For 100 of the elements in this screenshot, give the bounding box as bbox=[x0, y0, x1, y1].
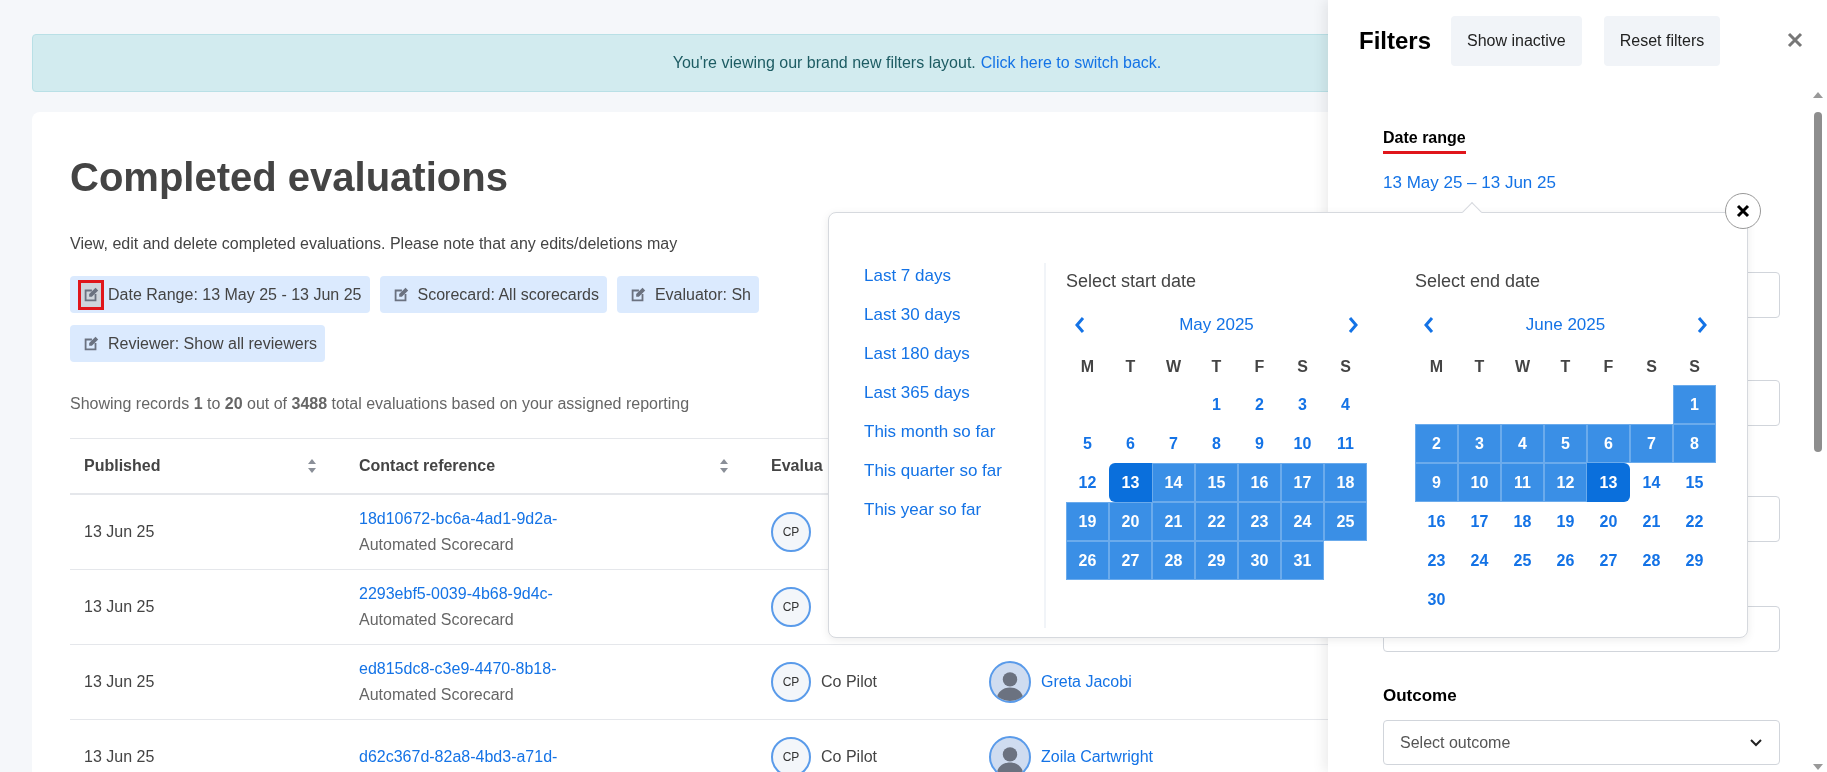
calendar-day[interactable]: 5 bbox=[1544, 424, 1587, 463]
calendar-day[interactable]: 28 bbox=[1152, 541, 1195, 580]
calendar-day[interactable]: 27 bbox=[1587, 541, 1630, 580]
calendar-day[interactable]: 22 bbox=[1673, 502, 1716, 541]
filter-chip[interactable]: Reviewer: Show all reviewers bbox=[70, 325, 325, 362]
sort-icon[interactable] bbox=[307, 458, 317, 474]
contact-reference-link[interactable]: 2293ebf5-0039-4b68-9d4c- bbox=[359, 582, 743, 606]
weekday-label: S bbox=[1297, 357, 1308, 377]
sort-icon[interactable] bbox=[719, 458, 729, 474]
outcome-select[interactable]: Select outcome bbox=[1383, 720, 1780, 765]
calendar-day[interactable]: 23 bbox=[1238, 502, 1281, 541]
calendar-day[interactable]: 13 bbox=[1587, 463, 1630, 502]
calendar-day[interactable]: 14 bbox=[1630, 463, 1673, 502]
edit-icon[interactable] bbox=[78, 279, 104, 310]
preset-link[interactable]: This year so far bbox=[864, 498, 1002, 522]
calendar-day[interactable]: 12 bbox=[1066, 463, 1109, 502]
contact-reference-link[interactable]: 18d10672-bc6a-4ad1-9d2a- bbox=[359, 507, 743, 531]
calendar-day[interactable]: 2 bbox=[1415, 424, 1458, 463]
reviewer-link[interactable]: Zoila Cartwright bbox=[1041, 745, 1154, 769]
previous-month-button[interactable] bbox=[1074, 317, 1086, 333]
calendar-day[interactable]: 21 bbox=[1152, 502, 1195, 541]
preset-link[interactable]: Last 7 days bbox=[864, 264, 1002, 288]
preset-link[interactable]: This quarter so far bbox=[864, 459, 1002, 483]
calendar-day[interactable]: 10 bbox=[1281, 424, 1324, 463]
column-header[interactable]: Contact reference bbox=[359, 454, 496, 478]
filter-chip[interactable]: Evaluator: Sh bbox=[616, 276, 759, 313]
calendar-day[interactable]: 7 bbox=[1630, 424, 1673, 463]
calendar-day[interactable]: 4 bbox=[1501, 424, 1544, 463]
calendar-day[interactable]: 30 bbox=[1238, 541, 1281, 580]
scrollbar[interactable] bbox=[1812, 90, 1824, 772]
calendar-day[interactable]: 13 bbox=[1109, 463, 1152, 502]
calendar-day[interactable]: 8 bbox=[1195, 424, 1238, 463]
calendar-day[interactable]: 3 bbox=[1458, 424, 1501, 463]
switch-back-link[interactable]: Click here to switch back. bbox=[980, 51, 1162, 75]
calendar-day[interactable]: 5 bbox=[1066, 424, 1109, 463]
calendar-day[interactable]: 16 bbox=[1238, 463, 1281, 502]
calendar-day[interactable]: 29 bbox=[1673, 541, 1716, 580]
calendar-day[interactable]: 7 bbox=[1152, 424, 1195, 463]
calendar-day[interactable]: 31 bbox=[1281, 541, 1324, 580]
calendar-day[interactable]: 23 bbox=[1415, 541, 1458, 580]
calendar-day[interactable]: 21 bbox=[1630, 502, 1673, 541]
calendar-day[interactable]: 17 bbox=[1281, 463, 1324, 502]
calendar-day[interactable]: 20 bbox=[1109, 502, 1152, 541]
calendar-day[interactable]: 9 bbox=[1415, 463, 1458, 502]
calendar-day[interactable]: 14 bbox=[1152, 463, 1195, 502]
calendar-day[interactable]: 2 bbox=[1238, 385, 1281, 424]
calendar-day[interactable]: 18 bbox=[1501, 502, 1544, 541]
filter-chip[interactable]: Scorecard: All scorecards bbox=[379, 276, 607, 313]
panel-button[interactable]: Reset filters bbox=[1603, 16, 1721, 66]
calendar-day[interactable]: 8 bbox=[1673, 424, 1716, 463]
calendar-day[interactable]: 4 bbox=[1324, 385, 1367, 424]
calendar-day[interactable]: 19 bbox=[1544, 502, 1587, 541]
calendar-day[interactable]: 6 bbox=[1109, 424, 1152, 463]
calendar-day[interactable]: 25 bbox=[1501, 541, 1544, 580]
column-header[interactable]: Published bbox=[84, 454, 161, 478]
preset-link[interactable]: Last 365 days bbox=[864, 381, 1002, 405]
preset-link[interactable]: Last 30 days bbox=[864, 303, 1002, 327]
calendar-day[interactable]: 29 bbox=[1195, 541, 1238, 580]
weekday-label: T bbox=[1125, 357, 1136, 377]
next-month-button[interactable] bbox=[1696, 317, 1708, 333]
calendar-day[interactable]: 30 bbox=[1415, 580, 1458, 619]
previous-month-button[interactable] bbox=[1423, 317, 1435, 333]
calendar-day[interactable]: 10 bbox=[1458, 463, 1501, 502]
reviewer-link[interactable]: Greta Jacobi bbox=[1041, 670, 1132, 694]
calendar-day[interactable]: 11 bbox=[1324, 424, 1367, 463]
calendar-day[interactable]: 3 bbox=[1281, 385, 1324, 424]
calendar-day[interactable]: 17 bbox=[1458, 502, 1501, 541]
contact-reference-link[interactable]: d62c367d-82a8-4bd3-a71d- bbox=[359, 745, 743, 769]
calendar-heading: Select start date bbox=[1066, 270, 1198, 293]
preset-link[interactable]: This month so far bbox=[864, 420, 1002, 444]
calendar-day[interactable]: 15 bbox=[1195, 463, 1238, 502]
calendar-day[interactable]: 6 bbox=[1587, 424, 1630, 463]
calendar-day[interactable]: 27 bbox=[1109, 541, 1152, 580]
calendar-day[interactable]: 1 bbox=[1673, 385, 1716, 424]
filter-chip[interactable]: Date Range: 13 May 25 - 13 Jun 25 bbox=[70, 276, 370, 313]
contact-reference-link[interactable]: ed815dc8-c3e9-4470-8b18- bbox=[359, 657, 743, 681]
calendar-day[interactable]: 12 bbox=[1544, 463, 1587, 502]
chip-label: Reviewer: Show all reviewers bbox=[108, 333, 317, 354]
calendar-day[interactable]: 25 bbox=[1324, 502, 1367, 541]
next-month-button[interactable] bbox=[1347, 317, 1359, 333]
calendar-day[interactable]: 18 bbox=[1324, 463, 1367, 502]
calendar-day[interactable]: 26 bbox=[1544, 541, 1587, 580]
calendar-day[interactable]: 20 bbox=[1587, 502, 1630, 541]
calendar-day[interactable]: 28 bbox=[1630, 541, 1673, 580]
calendar-day[interactable]: 24 bbox=[1458, 541, 1501, 580]
calendar-day[interactable]: 19 bbox=[1066, 502, 1109, 541]
date-range-value[interactable]: 13 May 25 – 13 Jun 25 bbox=[1383, 170, 1556, 196]
calendar-day[interactable]: 11 bbox=[1501, 463, 1544, 502]
month-label: June 2025 bbox=[1525, 314, 1606, 337]
calendar-day[interactable]: 1 bbox=[1195, 385, 1238, 424]
preset-link[interactable]: Last 180 days bbox=[864, 342, 1002, 366]
calendar-day[interactable]: 24 bbox=[1281, 502, 1324, 541]
weekday-label: S bbox=[1689, 357, 1700, 377]
calendar-day[interactable]: 15 bbox=[1673, 463, 1716, 502]
calendar-day[interactable]: 16 bbox=[1415, 502, 1458, 541]
calendar-day[interactable]: 9 bbox=[1238, 424, 1281, 463]
column-header[interactable]: Evalua bbox=[771, 454, 823, 478]
calendar-day[interactable]: 22 bbox=[1195, 502, 1238, 541]
calendar-day[interactable]: 26 bbox=[1066, 541, 1109, 580]
panel-button[interactable]: Show inactive bbox=[1451, 16, 1582, 66]
